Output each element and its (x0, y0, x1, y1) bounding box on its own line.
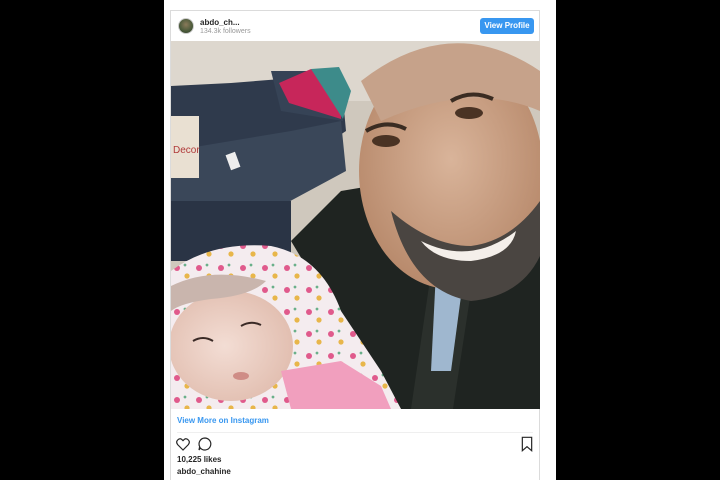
post-photo[interactable]: Decor (171, 41, 540, 409)
caption-author[interactable]: abdo_chahine (177, 467, 231, 476)
divider (177, 432, 533, 433)
view-more-link[interactable]: View More on Instagram (177, 416, 269, 425)
follower-count: 134.3k followers (200, 28, 251, 35)
post-header: abdo_ch... 134.3k followers View Profile (171, 11, 539, 41)
instagram-embed: abdo_ch... 134.3k followers View Profile (170, 10, 540, 480)
like-count: 10,225 likes (177, 455, 222, 464)
bookmark-icon[interactable] (520, 436, 534, 457)
selfie-image: Decor (171, 41, 540, 409)
speech-bubble-icon[interactable] (197, 436, 213, 457)
username[interactable]: abdo_ch... (200, 18, 240, 27)
view-profile-button[interactable]: View Profile (480, 18, 534, 34)
svg-text:Decor: Decor (173, 145, 200, 156)
heart-icon[interactable] (175, 436, 191, 457)
page-background: abdo_ch... 134.3k followers View Profile (0, 0, 720, 480)
avatar[interactable] (178, 18, 194, 34)
